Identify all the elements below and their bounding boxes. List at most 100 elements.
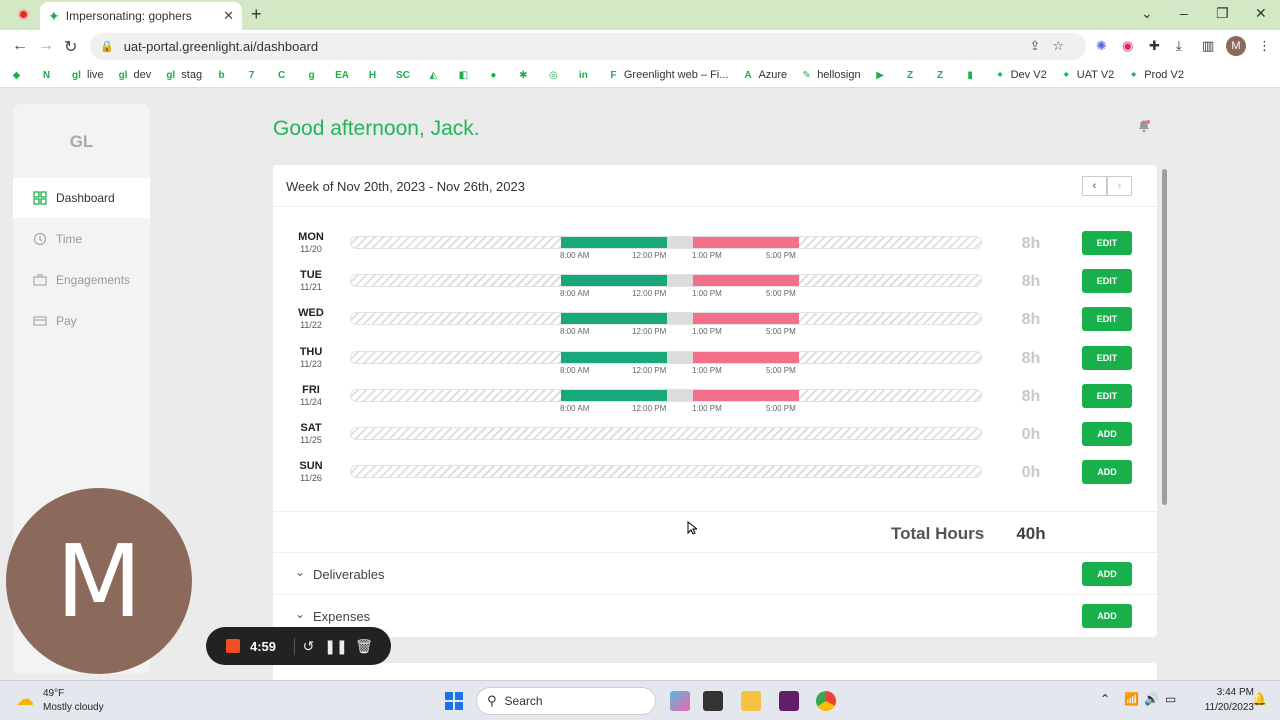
slack-icon[interactable]: [779, 691, 799, 711]
time-track[interactable]: [350, 388, 982, 402]
chevron-down-icon[interactable]: ⌄: [295, 607, 305, 621]
bookmark-item[interactable]: ◭: [427, 69, 444, 82]
time-track[interactable]: [350, 236, 982, 249]
notification-bell-icon[interactable]: [1137, 119, 1151, 133]
restore-icon[interactable]: ❐: [1216, 5, 1229, 22]
bookmark-item[interactable]: ▮: [964, 69, 981, 82]
back-icon[interactable]: ←: [12, 37, 28, 55]
add-day-button[interactable]: ADD: [1082, 422, 1132, 446]
afternoon-time-block[interactable]: [693, 351, 799, 363]
windows-start-icon[interactable]: [444, 691, 464, 711]
bookmark-item[interactable]: b: [215, 69, 232, 82]
add-expense-button[interactable]: ADD: [1082, 604, 1132, 628]
time-track[interactable]: [350, 465, 982, 479]
afternoon-time-block[interactable]: [693, 313, 799, 325]
bookmark-item[interactable]: gl dev: [117, 69, 152, 82]
time-track[interactable]: [350, 427, 982, 440]
bookmark-item[interactable]: C: [275, 69, 292, 82]
taskbar-time[interactable]: 3:44 PM: [1190, 687, 1254, 698]
taskbar-date[interactable]: 11/20/2023: [1190, 702, 1254, 713]
wifi-icon[interactable]: 📶: [1124, 692, 1139, 706]
add-deliverable-button[interactable]: ADD: [1082, 562, 1132, 586]
chrome-icon[interactable]: [816, 691, 836, 711]
expenses-section[interactable]: ⌄ Expenses ADD: [273, 595, 1157, 637]
edit-day-button[interactable]: EDIT: [1082, 345, 1132, 370]
tray-overflow-icon[interactable]: ⌃: [1100, 692, 1110, 706]
close-window-icon[interactable]: ✕: [1255, 5, 1267, 22]
volume-icon[interactable]: 🔊: [1144, 692, 1159, 706]
bookmark-item[interactable]: 7: [245, 69, 262, 82]
pause-icon[interactable]: ❚❚: [322, 638, 350, 655]
next-week-button[interactable]: ›: [1107, 176, 1132, 196]
bookmark-item[interactable]: N: [40, 69, 57, 82]
bookmark-item[interactable]: A Azure: [741, 69, 787, 82]
edit-day-button[interactable]: EDIT: [1082, 231, 1132, 255]
time-track[interactable]: [350, 274, 982, 288]
edit-day-button[interactable]: EDIT: [1082, 307, 1132, 332]
morning-time-block[interactable]: [561, 313, 667, 325]
profile-avatar[interactable]: M: [1226, 36, 1246, 56]
minimize-icon[interactable]: –: [1180, 5, 1188, 21]
bookmark-item[interactable]: H: [366, 69, 383, 82]
afternoon-time-block[interactable]: [693, 389, 799, 401]
deliverables-section[interactable]: ⌄ Deliverables ADD: [273, 553, 1157, 595]
afternoon-time-block[interactable]: [693, 275, 799, 287]
bookmark-item[interactable]: gl stag: [164, 69, 202, 82]
new-tab-button[interactable]: +: [251, 4, 262, 25]
add-day-button[interactable]: ADD: [1082, 460, 1132, 485]
prev-week-button[interactable]: ‹: [1082, 176, 1107, 196]
morning-time-block[interactable]: [561, 237, 667, 248]
time-track[interactable]: [350, 312, 982, 326]
bookmark-item[interactable]: ✱: [517, 69, 534, 82]
sidebar-item-time[interactable]: Time: [13, 219, 150, 259]
weather-cloud-icon[interactable]: ☁: [16, 689, 34, 710]
extension-icon[interactable]: ◉: [1122, 38, 1133, 54]
bookmark-item[interactable]: F Greenlight web – Fi...: [607, 69, 728, 82]
tab-search-icon[interactable]: ⌄: [1141, 5, 1153, 22]
extensions-puzzle-icon[interactable]: ✚: [1149, 38, 1160, 54]
bookmark-item[interactable]: SC: [396, 69, 414, 82]
chevron-down-icon[interactable]: ⌄: [295, 565, 305, 579]
bookmark-item[interactable]: g: [305, 69, 322, 82]
edit-day-button[interactable]: EDIT: [1082, 269, 1132, 294]
bookmark-item[interactable]: ✎ hellosign: [800, 69, 860, 82]
sidebar-item-engagements[interactable]: Engagements: [13, 260, 150, 300]
file-explorer-icon[interactable]: [741, 691, 761, 711]
bookmark-item[interactable]: gl live: [70, 69, 103, 82]
weather-temperature[interactable]: 49°F: [43, 688, 64, 699]
page-scrollbar[interactable]: [1162, 169, 1167, 505]
time-track[interactable]: [350, 350, 982, 364]
reload-icon[interactable]: ↻: [64, 37, 77, 57]
bookmark-item[interactable]: ▶: [874, 69, 891, 82]
download-icon[interactable]: ⤓: [1176, 38, 1182, 54]
bookmark-item[interactable]: ✦ Prod V2: [1127, 69, 1183, 82]
bookmark-item[interactable]: ◧: [457, 69, 474, 82]
battery-icon[interactable]: ▭: [1165, 692, 1176, 706]
edit-day-button[interactable]: EDIT: [1082, 383, 1132, 408]
share-star-icons[interactable]: ⇪☆: [1029, 38, 1076, 54]
restart-icon[interactable]: ↺: [294, 637, 322, 655]
morning-time-block[interactable]: [561, 275, 667, 287]
bookmark-item[interactable]: ●: [487, 69, 504, 82]
morning-time-block[interactable]: [561, 389, 667, 401]
extension-icon[interactable]: ✺: [1096, 38, 1107, 54]
close-tab-icon[interactable]: ✕: [223, 8, 234, 24]
browser-tab[interactable]: ✦ Impersonating: gophers ✕: [40, 2, 242, 30]
notifications-icon[interactable]: 🔔: [1252, 692, 1267, 706]
delete-icon[interactable]: 🗑: [350, 638, 378, 655]
bookmark-item[interactable]: EA: [335, 69, 353, 82]
url-field[interactable]: 🔒 uat-portal.greenlight.ai/dashboard ⇪☆: [90, 33, 1086, 60]
bookmark-item[interactable]: ✦ UAT V2: [1060, 69, 1114, 82]
sidebar-item-pay[interactable]: Pay: [13, 301, 150, 341]
side-panel-icon[interactable]: ▥: [1202, 38, 1214, 54]
bookmark-item[interactable]: ✦ Dev V2: [994, 69, 1047, 82]
bookmark-item[interactable]: Z: [934, 69, 951, 82]
bookmark-item[interactable]: ◎: [547, 69, 564, 82]
task-view-icon[interactable]: [703, 691, 723, 711]
weather-description[interactable]: Mostly cloudy: [43, 702, 104, 713]
menu-kebab-icon[interactable]: ⋮: [1258, 38, 1271, 54]
stop-recording-icon[interactable]: [226, 639, 240, 653]
bookmark-item[interactable]: Z: [904, 69, 921, 82]
copilot-icon[interactable]: [670, 691, 690, 711]
afternoon-time-block[interactable]: [693, 237, 799, 248]
